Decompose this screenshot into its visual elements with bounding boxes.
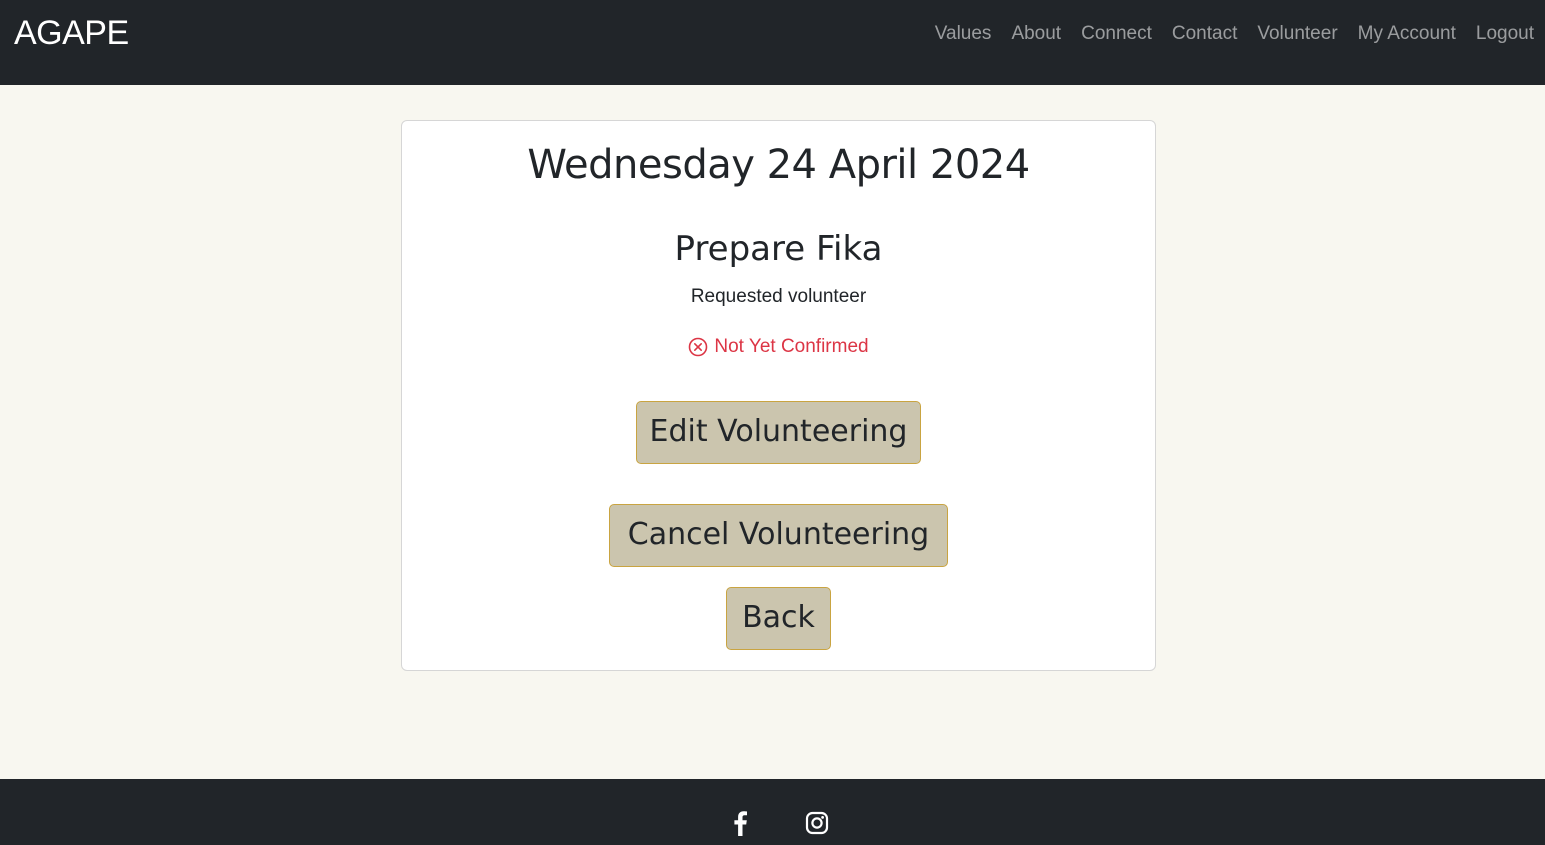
event-date: Wednesday 24 April 2024: [527, 142, 1030, 188]
cancel-volunteering-button[interactable]: Cancel Volunteering: [609, 504, 948, 567]
volunteer-role-text: Requested volunteer: [690, 286, 867, 307]
nav-link-logout[interactable]: Logout: [1466, 21, 1534, 47]
nav-link-connect[interactable]: Connect: [1071, 21, 1162, 47]
navbar: AGAPE Values About Connect Contact Volun…: [0, 0, 1545, 85]
nav-link-my-account[interactable]: My Account: [1348, 21, 1466, 47]
instagram-icon[interactable]: [804, 809, 830, 837]
edit-volunteering-button[interactable]: Edit Volunteering: [636, 401, 921, 464]
x-circle-icon: [689, 337, 708, 357]
nav-link-volunteer[interactable]: Volunteer: [1247, 21, 1347, 47]
nav-link-about[interactable]: About: [1001, 21, 1071, 47]
nav-link-contact[interactable]: Contact: [1162, 21, 1247, 47]
facebook-icon[interactable]: [727, 809, 753, 837]
volunteering-card: Wednesday 24 April 2024 Prepare Fika Req…: [401, 120, 1156, 671]
nav-links: Values About Connect Contact Volunteer M…: [925, 21, 1534, 47]
event-title: Prepare Fika: [674, 229, 883, 269]
status-badge: Not Yet Confirmed: [402, 335, 1155, 359]
brand-logo[interactable]: AGAPE: [14, 14, 129, 53]
status-text: Not Yet Confirmed: [714, 336, 869, 357]
footer: [0, 779, 1545, 845]
nav-link-values[interactable]: Values: [925, 21, 1002, 47]
back-button[interactable]: Back: [726, 587, 831, 650]
